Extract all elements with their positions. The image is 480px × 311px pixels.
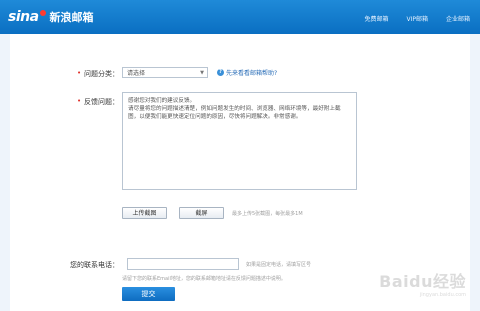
upload-screenshot-button[interactable]: 上传截图 (122, 207, 167, 219)
right-page-margin (470, 34, 480, 311)
help-icon: ? (217, 69, 224, 76)
phone-hint: 如果是固定电话，请填写区号 (246, 262, 312, 268)
watermark-logo: Baidu经验 (379, 272, 466, 291)
required-star: • (77, 69, 82, 77)
watermark-url: jingyan.baidu.com (419, 292, 466, 298)
category-select-value: 请选择 (127, 70, 146, 77)
nav-link-vip-mail[interactable]: VIP邮箱 (406, 14, 428, 23)
feedback-text: 感谢您对我们的建议反馈。 请尽量将您的问题描述清楚，例如问题发生的时间、浏览器、… (128, 98, 341, 120)
category-label: 问题分类： (84, 70, 119, 78)
logo-text: 新浪邮箱 (49, 11, 94, 24)
help-link-text: 先来看看邮箱帮助? (226, 70, 278, 77)
baidu-jingyan-watermark: Baidu经验 jingyan.baidu.com (379, 268, 466, 298)
capture-screen-button[interactable]: 截屏 (179, 207, 224, 219)
help-link[interactable]: ? 先来看看邮箱帮助? (217, 68, 277, 77)
phone-note: 请留下您的联系Email地址，您的联系邮箱地址请在反馈问题描述中说明。 (122, 276, 286, 282)
top-nav-links: 免费邮箱 VIP邮箱 企业邮箱 (364, 14, 470, 23)
chevron-down-icon: ▼ (200, 70, 204, 76)
phone-label: 您的联系电话： (70, 261, 119, 269)
phone-input[interactable] (127, 258, 239, 270)
upload-hint: 最多上传5张截图，每张最多1M (232, 211, 303, 217)
nav-link-enterprise-mail[interactable]: 企业邮箱 (446, 14, 470, 23)
left-page-margin (0, 34, 10, 311)
feedback-textarea[interactable]: 感谢您对我们的建议反馈。 请尽量将您的问题描述清楚，例如问题发生的时间、浏览器、… (122, 92, 357, 190)
top-header-bar: sina 新浪邮箱 免费邮箱 VIP邮箱 企业邮箱 (0, 0, 480, 34)
submit-button[interactable]: 提交 (122, 287, 175, 301)
sina-mail-logo[interactable]: sina 新浪邮箱 (8, 7, 94, 27)
nav-link-free-mail[interactable]: 免费邮箱 (364, 14, 388, 23)
required-star: • (77, 97, 82, 105)
category-select[interactable]: 请选择 ▼ (122, 67, 208, 78)
feedback-label: 反馈问题： (84, 98, 119, 106)
sina-logo-icon: sina (8, 9, 46, 25)
